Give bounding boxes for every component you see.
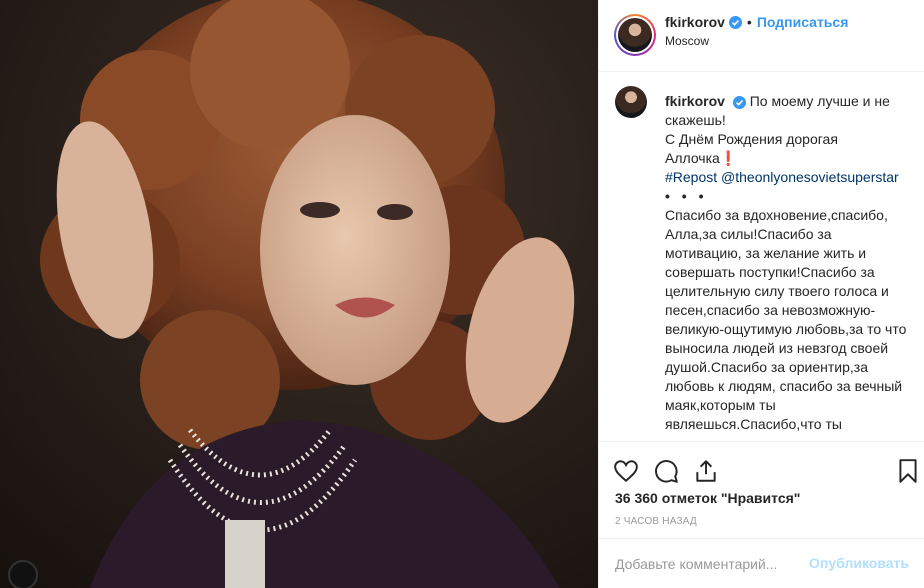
comment-input[interactable]: [615, 553, 815, 575]
publish-button[interactable]: Опубликовать: [809, 555, 909, 571]
likes-count[interactable]: 36 360 отметок "Нравится": [615, 490, 800, 506]
header-user-row: fkirkorov • Подписаться: [665, 14, 848, 30]
bookmark-icon[interactable]: [895, 458, 921, 484]
corner-control-button[interactable]: [8, 560, 38, 588]
comment-icon[interactable]: [653, 458, 679, 484]
action-bar: [599, 441, 924, 496]
verified-badge-icon: [732, 95, 746, 109]
avatar[interactable]: [614, 14, 656, 56]
portrait-image: [0, 0, 598, 588]
post-photo[interactable]: [0, 0, 598, 588]
caption-line-2: С Днём Рождения дорогая Аллочка❗: [665, 131, 838, 166]
location-link[interactable]: Moscow: [665, 34, 709, 48]
post-header: fkirkorov • Подписаться Moscow: [599, 0, 924, 72]
verified-badge-icon: [728, 15, 742, 29]
post-timestamp[interactable]: 2 часов назад: [615, 516, 697, 527]
post-sidebar: fkirkorov • Подписаться Moscow fkirkorov…: [598, 0, 924, 588]
share-icon[interactable]: [693, 458, 719, 484]
follow-button[interactable]: Подписаться: [757, 14, 849, 30]
caption-body: Спасибо за вдохновение,спасибо, Алла,за …: [665, 207, 907, 440]
username-link[interactable]: fkirkorov: [665, 14, 725, 30]
caption-text: fkirkorov По моему лучше и не скажешь! С…: [665, 86, 909, 440]
caption-username[interactable]: fkirkorov: [665, 93, 725, 109]
caption-area: fkirkorov По моему лучше и не скажешь! С…: [599, 72, 924, 440]
caption-dots: • • •: [665, 188, 708, 204]
comment-bar: Опубликовать: [599, 538, 924, 588]
heart-icon[interactable]: [613, 458, 639, 484]
separator-dot: •: [746, 14, 752, 30]
mention-link[interactable]: @theonlyonesovietsuperstar: [721, 169, 899, 185]
hashtag-link[interactable]: #Repost: [665, 169, 717, 185]
